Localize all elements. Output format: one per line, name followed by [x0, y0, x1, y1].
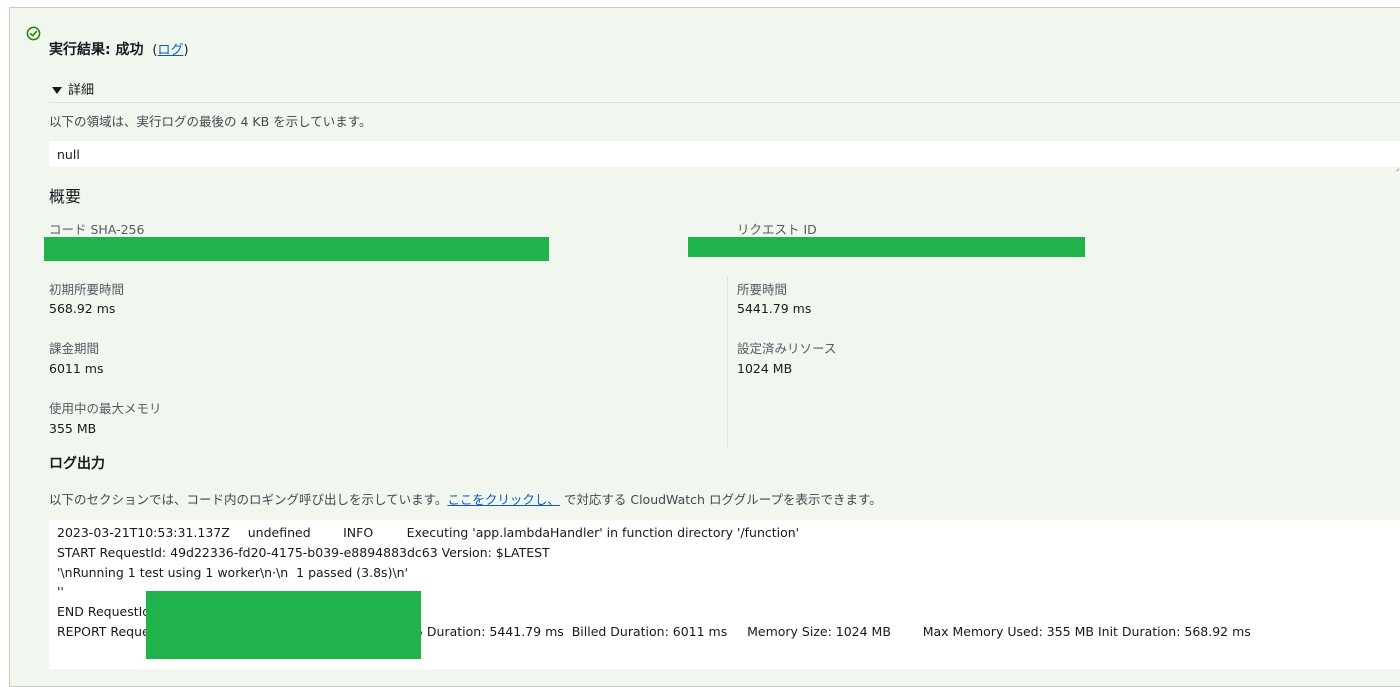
request-id-redaction	[688, 237, 1085, 257]
details-toggle[interactable]: 詳細	[52, 79, 94, 98]
paren-close: )	[183, 43, 189, 58]
details-toggle-label: 詳細	[68, 83, 95, 98]
init-duration-value: 568.92 ms	[49, 301, 116, 316]
log-line: START RequestId: 49d22336-fd20-4175-b039…	[57, 545, 550, 560]
code-sha-redaction	[44, 237, 549, 261]
log-desc-suffix: で対応する CloudWatch ロググループを表示できます。	[559, 492, 882, 507]
log-link[interactable]: ログ	[157, 43, 183, 58]
log-line: END RequestId:	[57, 604, 155, 619]
duration-value: 5441.79 ms	[737, 301, 812, 316]
column-divider	[727, 275, 728, 447]
request-id-redaction-log	[146, 591, 421, 659]
result-status-text: 実行結果: 成功	[49, 42, 144, 58]
result-title: 実行結果: 成功 (ログ)	[49, 39, 189, 59]
execution-output-box: null	[49, 141, 1400, 167]
init-duration-label: 初期所要時間	[49, 282, 125, 297]
details-description: 以下の領域は、実行ログの最後の 4 KB を示しています。	[49, 114, 372, 129]
execution-output-value: null	[57, 147, 80, 162]
billed-duration-value: 6011 ms	[49, 361, 104, 376]
cloudwatch-link[interactable]: ここをクリックし、	[447, 492, 560, 507]
billed-duration-label: 課金期間	[49, 341, 100, 356]
log-line: ''	[57, 584, 64, 599]
code-sha-label: コード SHA-256	[49, 222, 145, 237]
max-memory-label: 使用中の最大メモリ	[49, 401, 162, 416]
log-line-report-tail: 5 Duration: 5441.79 ms Billed Duration: …	[415, 624, 1251, 639]
log-output-heading: ログ出力	[49, 456, 105, 472]
duration-label: 所要時間	[737, 282, 788, 297]
log-line: 2023-03-21T10:53:31.137Z undefined INFO …	[57, 525, 800, 540]
log-line: REPORT Reques	[57, 624, 157, 639]
request-id-label: リクエスト ID	[737, 222, 817, 237]
check-circle-icon	[26, 26, 41, 41]
log-desc-prefix: 以下のセクションでは、コード内のロギング呼び出しを示しています。	[49, 492, 448, 507]
resize-handle-icon[interactable]: ⌟	[1395, 163, 1399, 173]
max-memory-value: 355 MB	[49, 421, 97, 436]
configured-resources-value: 1024 MB	[737, 361, 793, 376]
log-link-wrapper: (ログ)	[152, 43, 188, 58]
divider	[49, 102, 1400, 103]
log-output-description: 以下のセクションでは、コード内のロギング呼び出しを示しています。ここをクリックし…	[49, 489, 882, 508]
summary-heading: 概要	[49, 187, 82, 206]
log-line: '\nRunning 1 test using 1 worker\n·\n 1 …	[57, 565, 409, 580]
caret-down-icon	[52, 87, 62, 94]
configured-resources-label: 設定済みリソース	[737, 341, 837, 356]
